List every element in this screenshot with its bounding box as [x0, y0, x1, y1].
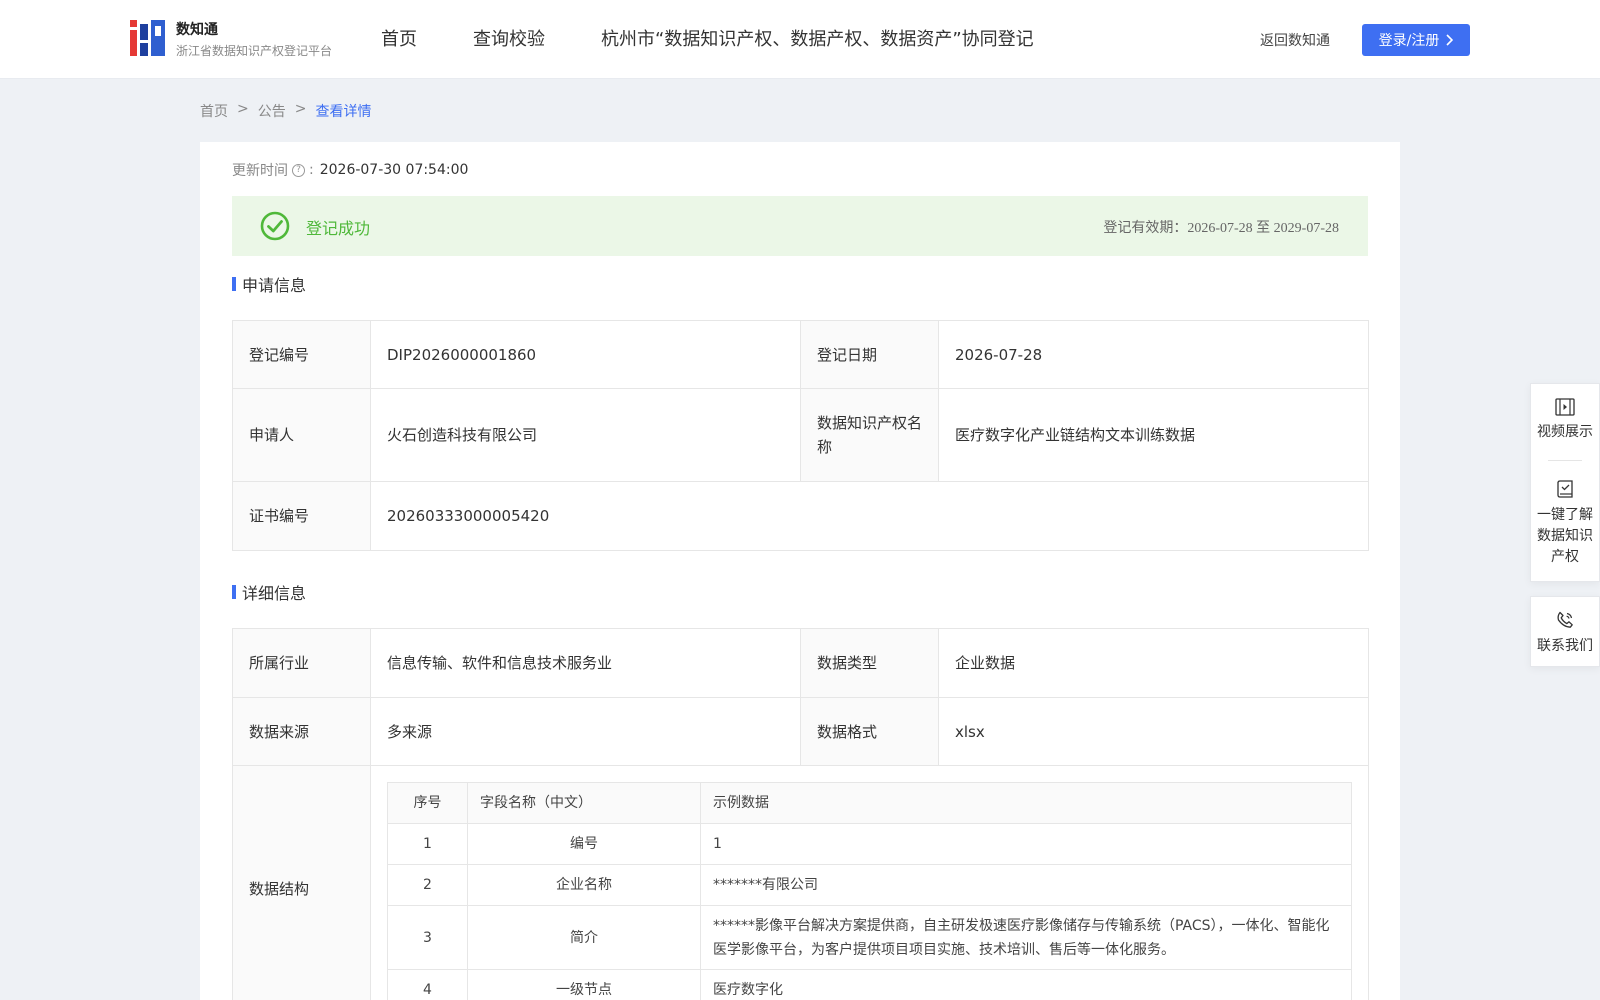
data-type-value: 企业数据	[938, 628, 1369, 698]
breadcrumb-separator: >	[237, 101, 249, 117]
learn-label: 一键了解数据知识产权	[1537, 507, 1593, 565]
table-row: 4 一级节点 医疗数字化	[387, 969, 1352, 1000]
field-sample: 医疗数字化	[700, 969, 1352, 1000]
update-label: 更新时间	[232, 163, 288, 179]
source-label: 数据来源	[232, 697, 371, 766]
data-type-label: 数据类型	[800, 628, 939, 698]
format-value: xlsx	[938, 697, 1369, 766]
table-row: 数据结构 序号 字段名称（中文） 示例数据 1 编号 1 2 企业名称 ****…	[232, 765, 1369, 1000]
video-label: 视频展示	[1537, 424, 1593, 440]
contact-us-button[interactable]: 联系我们	[1531, 597, 1599, 657]
nav-hangzhou-registration[interactable]: 杭州市“数据知识产权、数据产权、数据资产”协同登记	[601, 24, 1034, 56]
top-header: 数知通 浙江省数据知识产权登记平台 首页 查询校验 杭州市“数据知识产权、数据产…	[0, 0, 1600, 79]
main-nav: 首页 查询校验 杭州市“数据知识产权、数据产权、数据资产”协同登记	[381, 24, 1090, 56]
applicant-value: 火石创造科技有限公司	[370, 388, 801, 482]
breadcrumb-separator: >	[294, 101, 307, 117]
learn-ip-button[interactable]: 一键了解数据知识产权	[1531, 461, 1599, 568]
field-name: 编号	[467, 823, 701, 865]
logo[interactable]: 数知通 浙江省数据知识产权登记平台	[130, 20, 332, 60]
reg-date-value: 2026-07-28	[938, 320, 1369, 389]
logo-title: 数知通	[176, 22, 218, 38]
breadcrumb: 首页 > 公告 > 查看详情	[200, 101, 371, 121]
logo-subtitle: 浙江省数据知识产权登记平台	[176, 44, 333, 58]
application-table: 登记编号 DIP2026000001860 登记日期 2026-07-28 申请…	[232, 320, 1369, 551]
reg-no-value: DIP2026000001860	[370, 320, 801, 389]
table-row: 所属行业 信息传输、软件和信息技术服务业 数据类型 企业数据	[232, 628, 1369, 698]
reg-no-label: 登记编号	[232, 320, 371, 389]
update-value: 2026-07-30 07:54:00	[319, 162, 469, 178]
status-banner: 登记成功 登记有效期：2026-07-28 至 2029-07-28	[232, 196, 1368, 256]
fields-table: 序号 字段名称（中文） 示例数据 1 编号 1 2 企业名称 *******有限…	[387, 782, 1352, 1000]
applicant-label: 申请人	[232, 388, 371, 482]
login-button[interactable]: 登录/注册	[1362, 24, 1470, 56]
source-value: 多来源	[370, 697, 801, 766]
fields-header-row: 序号 字段名称（中文） 示例数据	[387, 782, 1352, 824]
cert-no-value: 20260333000005420	[370, 481, 1369, 551]
table-row: 1 编号 1	[387, 823, 1352, 865]
section-detail-title: 详细信息	[232, 580, 306, 604]
phone-icon	[1557, 611, 1573, 628]
col-header-sample: 示例数据	[700, 782, 1352, 824]
check-circle-icon	[260, 211, 290, 241]
industry-value: 信息传输、软件和信息技术服务业	[370, 628, 801, 698]
logo-icon	[130, 20, 166, 58]
field-sample: *******有限公司	[700, 864, 1352, 906]
structure-cell: 序号 字段名称（中文） 示例数据 1 编号 1 2 企业名称 *******有限…	[370, 765, 1369, 1000]
table-row: 2 企业名称 *******有限公司	[387, 864, 1352, 906]
field-name: 企业名称	[467, 864, 701, 906]
validity-period: 登记有效期：2026-07-28 至 2029-07-28	[1103, 221, 1339, 236]
format-label: 数据格式	[800, 697, 939, 766]
chevron-right-icon	[1446, 34, 1454, 46]
contact-panel: 联系我们	[1530, 596, 1600, 667]
breadcrumb-notice[interactable]: 公告	[258, 101, 286, 121]
field-sample: 1	[700, 823, 1352, 865]
reg-date-label: 登记日期	[800, 320, 939, 389]
table-row: 登记编号 DIP2026000001860 登记日期 2026-07-28	[232, 320, 1369, 389]
table-row: 证书编号 20260333000005420	[232, 481, 1369, 551]
field-sample: ******影像平台解决方案提供商，自主研发极速医疗影像储存与传输系统（PACS…	[700, 905, 1352, 970]
structure-label: 数据结构	[232, 765, 371, 1000]
section-application-title: 申请信息	[232, 272, 306, 296]
field-no: 1	[387, 823, 468, 865]
table-row: 3 简介 ******影像平台解决方案提供商，自主研发极速医疗影像储存与传输系统…	[387, 905, 1352, 970]
contact-label: 联系我们	[1537, 638, 1593, 654]
table-row: 数据来源 多来源 数据格式 xlsx	[232, 697, 1369, 766]
breadcrumb-home[interactable]: 首页	[200, 101, 228, 121]
ip-name-value: 医疗数字化产业链结构文本训练数据	[938, 388, 1369, 482]
back-link[interactable]: 返回数知通	[1260, 30, 1330, 50]
ip-name-label: 数据知识产权名称	[800, 388, 939, 482]
side-panel: 视频展示 一键了解数据知识产权	[1530, 383, 1600, 582]
field-no: 3	[387, 905, 468, 970]
table-row: 申请人 火石创造科技有限公司 数据知识产权名称 医疗数字化产业链结构文本训练数据	[232, 388, 1369, 482]
login-label: 登录/注册	[1378, 33, 1440, 49]
field-name: 简介	[467, 905, 701, 970]
industry-label: 所属行业	[232, 628, 371, 698]
nav-home[interactable]: 首页	[381, 24, 417, 56]
field-no: 2	[387, 864, 468, 906]
nav-query[interactable]: 查询校验	[473, 24, 545, 56]
update-colon: :	[309, 162, 314, 178]
question-icon[interactable]: ?	[292, 163, 305, 177]
update-time: 更新时间 ? : 2026-07-30 07:54:00	[232, 160, 468, 180]
video-icon	[1555, 398, 1575, 416]
book-icon	[1557, 480, 1573, 498]
field-no: 4	[387, 969, 468, 1000]
detail-table: 所属行业 信息传输、软件和信息技术服务业 数据类型 企业数据 数据来源 多来源 …	[232, 628, 1369, 1000]
cert-no-label: 证书编号	[232, 481, 371, 551]
status-text: 登记成功	[306, 219, 371, 238]
field-name: 一级节点	[467, 969, 701, 1000]
detail-card: 更新时间 ? : 2026-07-30 07:54:00 登记成功 登记有效期：…	[200, 142, 1400, 1000]
video-showcase-button[interactable]: 视频展示	[1531, 384, 1599, 460]
breadcrumb-current: 查看详情	[315, 104, 372, 120]
col-header-name: 字段名称（中文）	[467, 782, 701, 824]
col-header-no: 序号	[387, 782, 468, 824]
